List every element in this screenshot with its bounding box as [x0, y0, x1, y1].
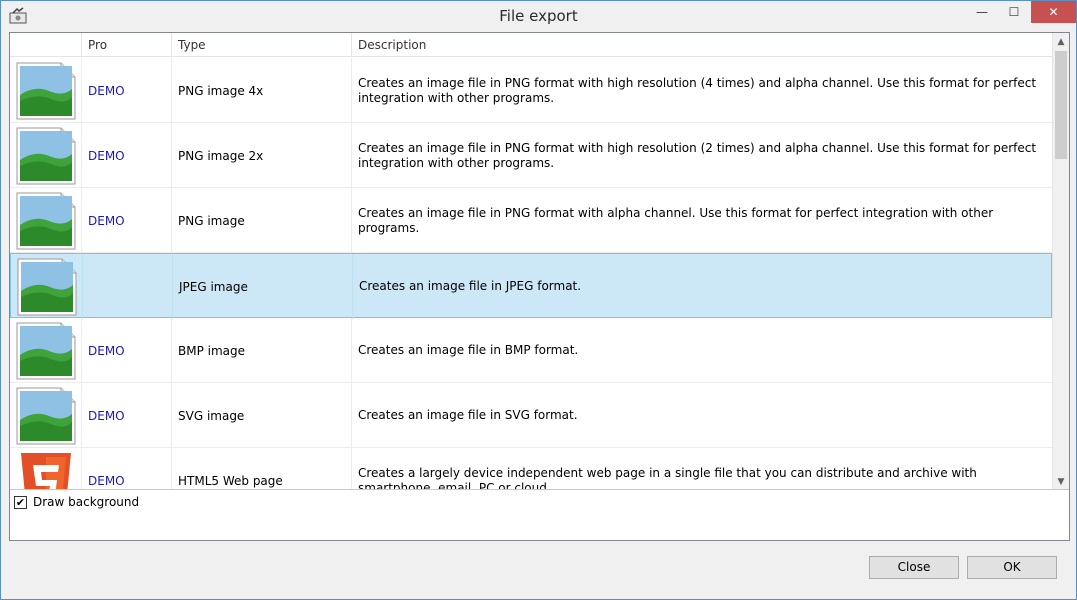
- minimize-button[interactable]: —: [967, 1, 997, 23]
- list-item-0[interactable]: DEMO PNG image 4x Creates an image file …: [10, 58, 1052, 123]
- dialog-footer: Close OK: [1, 541, 1076, 599]
- list-item-2[interactable]: DEMO PNG image Creates an image file in …: [10, 188, 1052, 253]
- list-header: Pro Type Description: [10, 33, 1052, 57]
- column-header-pro[interactable]: Pro: [82, 33, 172, 57]
- draw-background-label[interactable]: Draw background: [33, 495, 139, 509]
- html5-icon: [15, 451, 77, 489]
- image-file-icon: [15, 321, 77, 381]
- pro-badge: DEMO: [82, 318, 172, 383]
- list-item-1[interactable]: DEMO PNG image 2x Creates an image file …: [10, 123, 1052, 188]
- image-file-icon: [15, 191, 77, 251]
- list-item-5[interactable]: DEMO SVG image Creates an image file in …: [10, 383, 1052, 448]
- format-description: Creates an image file in PNG format with…: [358, 205, 994, 235]
- format-type: PNG image 2x: [172, 123, 352, 188]
- title-bar[interactable]: File export — ☐ ✕: [1, 1, 1076, 31]
- content-panel: Pro Type Description DEMO PNG image 4x C…: [9, 32, 1070, 541]
- window-title: File export: [499, 7, 578, 25]
- draw-background-checkbox[interactable]: ✔: [14, 495, 27, 509]
- pro-badge: DEMO: [82, 123, 172, 188]
- format-description: Creates a largely device independent web…: [358, 465, 977, 490]
- options-panel: ✔ Draw background: [10, 491, 1069, 541]
- format-type: PNG image: [172, 188, 352, 253]
- close-window-button[interactable]: ✕: [1031, 1, 1076, 23]
- column-header-icon[interactable]: [10, 33, 82, 57]
- checkmark-icon: ✔: [15, 495, 26, 509]
- close-button[interactable]: Close: [869, 556, 959, 579]
- list-item-3[interactable]: JPEG image Creates an image file in JPEG…: [10, 253, 1052, 319]
- scroll-thumb[interactable]: [1055, 51, 1067, 159]
- image-file-icon: [15, 126, 77, 186]
- scroll-up-arrow[interactable]: ▲: [1053, 33, 1069, 50]
- format-description: Creates an image file in JPEG format.: [359, 279, 582, 293]
- pro-badge: DEMO: [82, 383, 172, 448]
- file-export-window: File export — ☐ ✕ Pro Type Description D…: [0, 0, 1077, 600]
- format-type: SVG image: [172, 383, 352, 448]
- format-type: BMP image: [172, 318, 352, 383]
- pro-badge: DEMO: [82, 58, 172, 123]
- draw-background-option[interactable]: ✔ Draw background: [14, 495, 139, 509]
- pro-badge: DEMO: [82, 448, 172, 489]
- pro-badge: [83, 254, 173, 319]
- format-type: PNG image 4x: [172, 58, 352, 123]
- format-description: Creates an image file in BMP format.: [358, 343, 579, 357]
- vertical-scrollbar[interactable]: ▲ ▼: [1052, 33, 1069, 489]
- maximize-icon: ☐: [1008, 5, 1020, 19]
- format-description: Creates an image file in PNG format with…: [358, 140, 1037, 170]
- image-file-icon: [16, 257, 78, 317]
- ok-button[interactable]: OK: [967, 556, 1057, 579]
- list-item-4[interactable]: DEMO BMP image Creates an image file in …: [10, 318, 1052, 383]
- export-format-list[interactable]: Pro Type Description DEMO PNG image 4x C…: [10, 33, 1069, 490]
- column-header-description[interactable]: Description: [352, 33, 1052, 57]
- column-header-type[interactable]: Type: [172, 33, 352, 57]
- pro-badge: DEMO: [82, 188, 172, 253]
- format-description: Creates an image file in PNG format with…: [358, 75, 1037, 105]
- image-file-icon: [15, 61, 77, 121]
- format-type: HTML5 Web page: [172, 448, 352, 489]
- format-type: JPEG image: [173, 254, 353, 319]
- scroll-down-arrow[interactable]: ▼: [1053, 473, 1069, 489]
- minimize-icon: —: [976, 5, 988, 19]
- maximize-button[interactable]: ☐: [999, 1, 1029, 23]
- format-description: Creates an image file in SVG format.: [358, 408, 578, 422]
- close-icon: ✕: [1048, 5, 1059, 19]
- list-item-6[interactable]: DEMO HTML5 Web page Creates a largely de…: [10, 448, 1052, 490]
- image-file-icon: [15, 386, 77, 446]
